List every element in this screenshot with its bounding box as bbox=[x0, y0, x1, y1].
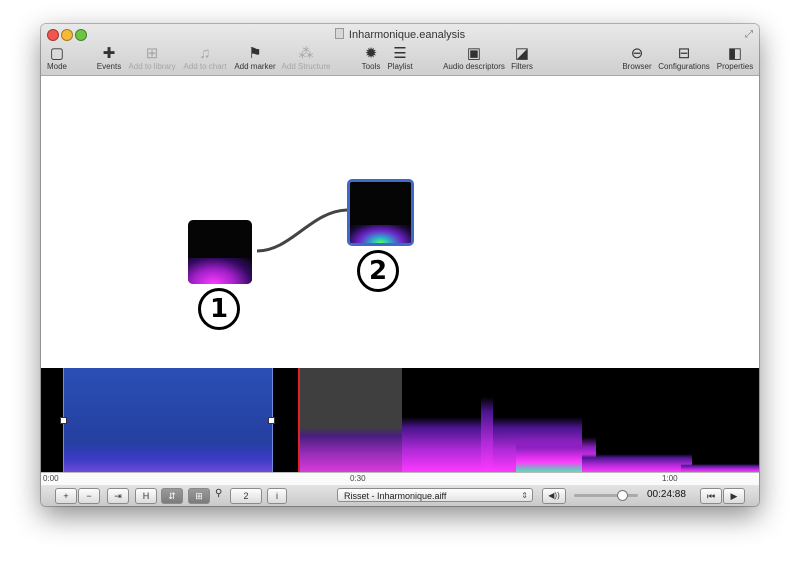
library-icon: ⊞ bbox=[145, 45, 159, 62]
chevron-updown-icon: ⇕ bbox=[521, 491, 528, 500]
toolbar-audio-descriptors-button[interactable]: ▣ Audio descriptors bbox=[443, 46, 505, 71]
properties-icon: ◧ bbox=[727, 45, 743, 62]
toolbar-configurations-button[interactable]: ⊟ Configurations bbox=[658, 46, 710, 71]
toolbar-add-to-library-button[interactable]: ⊞ Add to library bbox=[128, 46, 175, 71]
window-title: Inharmonique.eanalysis bbox=[41, 28, 759, 41]
title-bar: Inharmonique.eanalysis ⤢ ▢ Mode ✚ Events… bbox=[41, 24, 759, 76]
volume-button[interactable]: ◀)) bbox=[542, 488, 566, 504]
toolbar-properties-button[interactable]: ◧ Properties bbox=[717, 46, 753, 71]
selection-left-handle[interactable] bbox=[60, 417, 67, 424]
toolbar-browser-button[interactable]: ⊖ Browser bbox=[622, 46, 651, 71]
spectrogram-energy bbox=[582, 454, 692, 472]
h-button[interactable]: H bbox=[135, 488, 157, 504]
selection-energy bbox=[64, 450, 272, 472]
time-tick-label: 0:30 bbox=[350, 474, 366, 483]
toolbar-tools-button[interactable]: ✹ Tools bbox=[362, 46, 381, 71]
waveform-icon: ▣ bbox=[466, 45, 482, 62]
node-number-badge: 2 bbox=[357, 250, 399, 292]
gear-icon: ✹ bbox=[364, 45, 378, 62]
volume-slider-knob[interactable] bbox=[617, 490, 628, 501]
mode-icon: ▢ bbox=[49, 45, 65, 62]
chart-icon: ♫ bbox=[199, 45, 211, 62]
toggle-view-button[interactable]: ⇵ bbox=[161, 488, 183, 504]
configurations-icon: ⊟ bbox=[677, 45, 691, 62]
toolbar-add-structure-button[interactable]: ⁂ Add Structure bbox=[282, 46, 331, 71]
audio-file-select[interactable]: Risset - Inharmonique.aiff ⇕ bbox=[337, 488, 533, 502]
structure-icon: ⁂ bbox=[298, 45, 314, 62]
fullscreen-icon[interactable]: ⤢ bbox=[745, 29, 753, 40]
app-window: Inharmonique.eanalysis ⤢ ▢ Mode ✚ Events… bbox=[41, 24, 759, 506]
time-display: 00:24:88 bbox=[647, 489, 686, 500]
event-node-2[interactable] bbox=[347, 179, 414, 246]
playhead[interactable] bbox=[298, 368, 300, 472]
volume-slider[interactable] bbox=[574, 490, 638, 501]
spectrogram-energy bbox=[681, 464, 759, 472]
flag-icon: ⚑ bbox=[248, 45, 262, 62]
spectrogram-view[interactable] bbox=[41, 368, 759, 472]
event-node-1[interactable] bbox=[188, 220, 252, 284]
info-button[interactable]: i bbox=[267, 488, 287, 504]
spectrogram-energy bbox=[299, 427, 402, 472]
play-button[interactable]: ▶ bbox=[723, 488, 745, 504]
bottom-toolbar: + − ⇥ H ⇵ ⊞ ⚲ 2 i Risset - Inharmonique.… bbox=[41, 485, 759, 506]
toolbar-add-marker-button[interactable]: ⚑ Add marker bbox=[234, 46, 275, 71]
filter-icon: ◪ bbox=[514, 45, 530, 62]
toolbar-mode-button[interactable]: ▢ Mode bbox=[47, 46, 67, 71]
previous-button[interactable]: ⏮ bbox=[700, 488, 722, 504]
zoom-icon: ⚲ bbox=[215, 488, 223, 499]
node-spectrogram-thumbnail bbox=[350, 224, 411, 243]
toolbar-events-button[interactable]: ✚ Events bbox=[97, 46, 121, 71]
toolbar-playlist-button[interactable]: ☰ Playlist bbox=[387, 46, 412, 71]
jump-to-cursor-button[interactable]: ⇥ bbox=[107, 488, 129, 504]
remove-button[interactable]: − bbox=[78, 488, 100, 504]
toggle-grid-button[interactable]: ⊞ bbox=[188, 488, 210, 504]
browser-icon: ⊖ bbox=[630, 45, 644, 62]
time-ruler[interactable]: 0:00 0:30 1:00 bbox=[41, 472, 759, 486]
add-button[interactable]: + bbox=[55, 488, 77, 504]
spectrogram-energy bbox=[481, 397, 493, 472]
zoom-input[interactable]: 2 bbox=[230, 488, 262, 504]
plus-icon: ✚ bbox=[102, 45, 116, 62]
time-tick-label: 1:00 bbox=[662, 474, 678, 483]
toolbar-filters-button[interactable]: ◪ Filters bbox=[511, 46, 533, 71]
time-tick-label: 0:00 bbox=[43, 474, 59, 483]
node-number-badge: 1 bbox=[198, 288, 240, 330]
structure-canvas[interactable]: 1 2 bbox=[41, 76, 759, 368]
selection-region[interactable] bbox=[63, 368, 273, 472]
document-icon bbox=[334, 28, 344, 39]
node-spectrogram-thumbnail bbox=[188, 258, 252, 284]
selection-right-handle[interactable] bbox=[268, 417, 275, 424]
connector-line bbox=[256, 208, 348, 253]
list-icon: ☰ bbox=[393, 45, 407, 62]
toolbar-add-to-chart-button[interactable]: ♫ Add to chart bbox=[183, 46, 226, 71]
